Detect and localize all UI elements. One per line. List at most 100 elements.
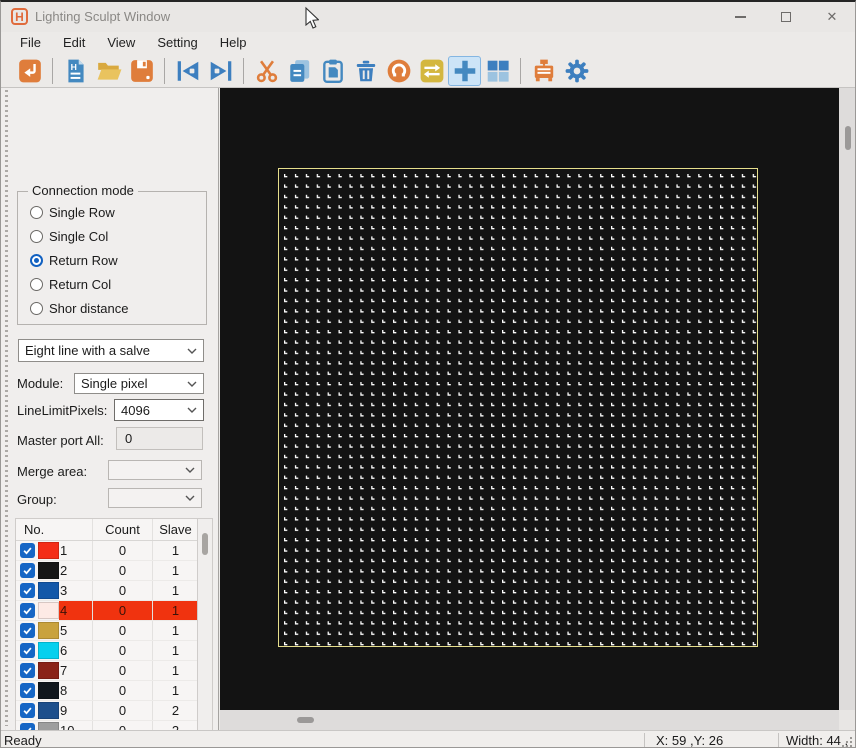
canvas-viewport[interactable] <box>220 88 839 710</box>
radio-single-row[interactable]: Single Row <box>30 203 115 221</box>
column-header-no[interactable]: No. <box>16 519 92 540</box>
resize-grip-icon[interactable] <box>841 736 854 748</box>
toolbar-divider <box>164 57 165 84</box>
tiles-button[interactable] <box>481 56 514 86</box>
table-row[interactable]: 5 01 <box>16 621 212 641</box>
row-number: 5 <box>60 623 68 638</box>
table-row[interactable]: 7 01 <box>16 661 212 681</box>
go-last-button[interactable] <box>204 56 237 86</box>
radio-label: Return Row <box>49 252 118 268</box>
swap-button[interactable] <box>415 56 448 86</box>
color-swatch[interactable] <box>38 542 59 559</box>
scrollbar-corner <box>839 710 855 730</box>
table-header: No. Count Slave <box>16 519 212 541</box>
color-swatch[interactable] <box>38 602 59 619</box>
copy-button[interactable] <box>283 56 316 86</box>
table-vscrollbar[interactable] <box>197 519 212 747</box>
go-first-button[interactable] <box>171 56 204 86</box>
table-row[interactable]: 3 01 <box>16 581 212 601</box>
color-swatch[interactable] <box>38 642 59 659</box>
canvas-hscroll-thumb[interactable] <box>297 717 314 723</box>
table-row[interactable]: 401 <box>16 601 212 621</box>
column-header-count[interactable]: Count <box>92 519 152 540</box>
cell-no: 5 <box>16 621 92 640</box>
canvas-vscroll-thumb[interactable] <box>845 126 851 150</box>
line-limit-select[interactable]: 4096 <box>114 399 204 421</box>
row-checkbox[interactable] <box>20 703 35 718</box>
cell-no: 1 <box>16 541 92 560</box>
module-select[interactable]: Single pixel <box>74 373 204 394</box>
undo-button[interactable] <box>13 56 46 86</box>
color-swatch[interactable] <box>38 622 59 639</box>
row-checkbox[interactable] <box>20 583 35 598</box>
status-coordinates: X: 59 ,Y: 26 <box>656 733 724 748</box>
close-button[interactable]: ✕ <box>809 2 855 32</box>
group-select[interactable] <box>108 488 202 508</box>
radio-single-col[interactable]: Single Col <box>30 227 108 245</box>
master-port-input[interactable]: 0 <box>116 427 203 450</box>
paste-button[interactable] <box>316 56 349 86</box>
menu-setting[interactable]: Setting <box>146 32 208 54</box>
cell-count: 0 <box>92 561 152 580</box>
color-swatch[interactable] <box>38 702 59 719</box>
master-port-label: Master port All: <box>17 433 104 448</box>
status-divider <box>778 733 779 747</box>
table-row[interactable]: 6 01 <box>16 641 212 661</box>
toolbar-divider <box>52 57 53 84</box>
table-row[interactable]: 8 01 <box>16 681 212 701</box>
tiles-icon <box>485 58 511 84</box>
radio-label: Return Col <box>49 276 112 292</box>
machine-button[interactable] <box>527 56 560 86</box>
table-vscroll-thumb[interactable] <box>202 533 208 555</box>
radio-return-row[interactable]: Return Row <box>30 251 118 269</box>
menu-help[interactable]: Help <box>209 32 258 54</box>
row-checkbox[interactable] <box>20 563 35 578</box>
table-row[interactable]: 9 02 <box>16 701 212 721</box>
row-checkbox[interactable] <box>20 543 35 558</box>
minimize-icon <box>734 16 746 18</box>
merge-area-select[interactable] <box>108 460 202 480</box>
color-swatch[interactable] <box>38 662 59 679</box>
color-swatch[interactable] <box>38 562 59 579</box>
column-header-slave[interactable]: Slave <box>152 519 198 540</box>
open-folder-button[interactable] <box>92 56 125 86</box>
line-mode-select[interactable]: Eight line with a salve <box>18 339 204 362</box>
new-file-button[interactable]: H <box>59 56 92 86</box>
radio-shor-distance[interactable]: Shor distance <box>30 299 129 317</box>
row-checkbox[interactable] <box>20 683 35 698</box>
rotate-button[interactable] <box>382 56 415 86</box>
canvas-hscrollbar[interactable] <box>220 710 839 730</box>
save-button[interactable] <box>125 56 158 86</box>
color-swatch[interactable] <box>38 682 59 699</box>
minimize-button[interactable] <box>717 2 763 32</box>
toolbar-divider <box>243 57 244 84</box>
row-number: 2 <box>60 563 68 578</box>
cross-button[interactable] <box>448 55 481 86</box>
row-checkbox[interactable] <box>20 603 35 618</box>
go-last-icon <box>208 58 234 84</box>
panel-grip[interactable] <box>5 90 8 726</box>
app-logo-icon: H <box>11 8 28 25</box>
delete-button[interactable] <box>349 56 382 86</box>
row-number: 3 <box>60 583 68 598</box>
pixel-grid[interactable] <box>278 168 758 647</box>
cell-no: 9 <box>16 701 92 720</box>
canvas-vscrollbar[interactable] <box>839 88 855 710</box>
row-checkbox[interactable] <box>20 663 35 678</box>
cell-count: 0 <box>92 681 152 700</box>
table-row[interactable]: 101 <box>16 541 212 561</box>
maximize-button[interactable] <box>763 2 809 32</box>
radio-return-col[interactable]: Return Col <box>30 275 111 293</box>
row-number: 1 <box>60 543 68 558</box>
row-checkbox[interactable] <box>20 643 35 658</box>
table-row[interactable]: 2 01 <box>16 561 212 581</box>
settings-button[interactable] <box>560 56 593 86</box>
row-checkbox[interactable] <box>20 623 35 638</box>
menu-edit[interactable]: Edit <box>52 32 96 54</box>
radio-icon <box>30 301 43 315</box>
cut-button[interactable] <box>250 56 283 86</box>
menu-view[interactable]: View <box>96 32 146 54</box>
paste-icon <box>320 58 346 84</box>
color-swatch[interactable] <box>38 582 59 599</box>
menu-file[interactable]: File <box>9 32 52 54</box>
